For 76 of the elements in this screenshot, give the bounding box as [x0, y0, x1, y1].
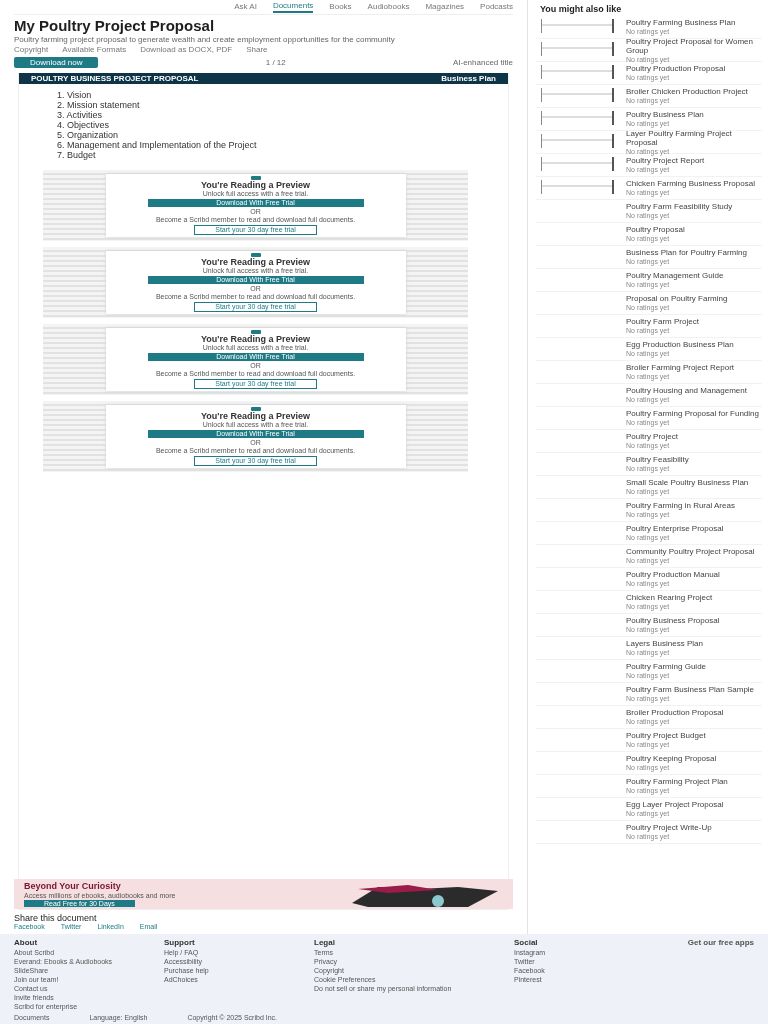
- download-button[interactable]: Download now: [14, 57, 99, 68]
- document-link[interactable]: Poultry Enterprise Proposal: [626, 524, 724, 533]
- document-link[interactable]: Poultry Farming Guide: [626, 662, 707, 671]
- document-link[interactable]: Poultry Farming Project Plan: [626, 777, 728, 786]
- meta-text: Available Formats: [62, 45, 127, 54]
- preview-heading: You're Reading a Preview: [201, 411, 310, 421]
- logo-icon: [250, 253, 261, 257]
- document-link[interactable]: Poultry Project Budget: [626, 731, 706, 740]
- meta-text: Share: [246, 45, 268, 54]
- document-link[interactable]: Poultry Project Report: [626, 156, 705, 165]
- contents-item: 2. Mission statement: [57, 100, 141, 110]
- document-link[interactable]: Poultry Business Proposal: [626, 616, 720, 625]
- document-link[interactable]: Egg Production Business Plan: [626, 340, 734, 349]
- document-link[interactable]: Business Plan for Poultry Farming: [626, 248, 747, 257]
- document-link[interactable]: Poultry Production Manual: [626, 570, 720, 579]
- nav-tab[interactable]: Ask AI: [234, 2, 257, 12]
- preview-heading: You're Reading a Preview: [201, 334, 310, 344]
- document-link[interactable]: Layers Business Plan: [626, 639, 703, 648]
- share-title: Share this document: [14, 913, 98, 923]
- meta-text: Copyright: [14, 45, 49, 54]
- document-link[interactable]: Chicken Farming Business Proposal: [626, 179, 755, 188]
- nav-tab[interactable]: Books: [329, 2, 352, 12]
- footer-heading: Legal: [314, 938, 335, 948]
- apps-text: Get our free apps: [687, 938, 754, 949]
- footer-heading: About: [14, 938, 38, 948]
- document-link[interactable]: Poultry Farming Business Plan: [626, 18, 736, 27]
- document-link[interactable]: Small Scale Poultry Business Plan: [626, 478, 749, 487]
- document-link[interactable]: Layer Poultry Farming Project Proposal: [626, 128, 762, 147]
- meta-text: Download as DOCX, PDF: [140, 45, 233, 54]
- nav-tab[interactable]: Magazines: [425, 2, 465, 12]
- contents-item: 6. Management and Implementation of the Project: [57, 140, 258, 150]
- nav-tab[interactable]: Documents: [272, 1, 314, 13]
- document-link[interactable]: Community Poultry Project Proposal: [626, 547, 755, 556]
- document-description: Poultry farming project proposal to generate wealth and create employment opportunities for the community: [14, 35, 396, 44]
- document-link[interactable]: Poultry Project: [626, 432, 679, 441]
- contents-item: 4. Objectives: [57, 120, 111, 130]
- document-link[interactable]: Poultry Farm Business Plan Sample: [626, 685, 755, 694]
- document-link[interactable]: Poultry Farm Project: [626, 317, 699, 326]
- document-link[interactable]: Poultry Production Proposal: [626, 64, 726, 73]
- document-link[interactable]: Broiler Production Proposal: [626, 708, 724, 717]
- nav-tab[interactable]: Audiobooks: [367, 2, 410, 12]
- document-link[interactable]: Egg Layer Project Proposal: [626, 800, 724, 809]
- document-link[interactable]: Poultry Project Proposal for Women Group: [626, 36, 762, 55]
- document-link[interactable]: Poultry Farm Feasibility Study: [626, 202, 733, 211]
- document-link[interactable]: Poultry Farming in Rural Areas: [626, 501, 735, 510]
- toolbar-title: AI-enhanced title: [452, 58, 513, 67]
- contents-item: 5. Organization: [57, 130, 120, 140]
- footer-heading: Support: [164, 938, 195, 948]
- document-link[interactable]: Broiler Farming Project Report: [626, 363, 735, 372]
- document-link[interactable]: Poultry Project Write-Up: [626, 823, 712, 832]
- preview-heading: You're Reading a Preview: [201, 257, 310, 267]
- document-link[interactable]: Poultry Business Plan: [626, 110, 704, 119]
- document-link[interactable]: Chicken Rearing Project: [626, 593, 713, 602]
- footer-heading: Social: [514, 938, 538, 948]
- preview-heading: You're Reading a Preview: [201, 180, 310, 190]
- document-link[interactable]: Poultry Proposal: [626, 225, 685, 234]
- sidebar-title: You might also like: [540, 4, 623, 14]
- logo-icon: [250, 407, 261, 411]
- logo-icon: [250, 330, 261, 334]
- document-title: My Poultry Project Proposal: [14, 17, 216, 34]
- document-link[interactable]: Poultry Keeping Proposal: [626, 754, 717, 763]
- banner-title: Beyond Your Curiosity: [24, 881, 121, 891]
- contents-item: 3. Activities: [57, 110, 104, 120]
- document-link[interactable]: Proposal on Poultry Farming: [626, 294, 728, 303]
- document-link[interactable]: Poultry Housing and Management: [626, 386, 747, 395]
- page-counter: 1 / 12: [265, 58, 286, 67]
- document-link[interactable]: Broiler Chicken Production Project: [626, 87, 748, 96]
- contents-item: 7. Budget: [57, 150, 97, 160]
- logo-icon: [250, 176, 261, 180]
- nav-tab[interactable]: Podcasts: [480, 2, 513, 12]
- page-header: POULTRY BUSINESS PROJECT PROPOSAL: [31, 74, 199, 83]
- document-link[interactable]: Poultry Farming Proposal for Funding: [626, 409, 759, 418]
- page-subheader: Business Plan: [441, 74, 496, 83]
- document-link[interactable]: Poultry Feasibility: [626, 455, 689, 464]
- contents-item: 1. Vision: [57, 90, 93, 100]
- document-link[interactable]: Poultry Management Guide: [626, 271, 724, 280]
